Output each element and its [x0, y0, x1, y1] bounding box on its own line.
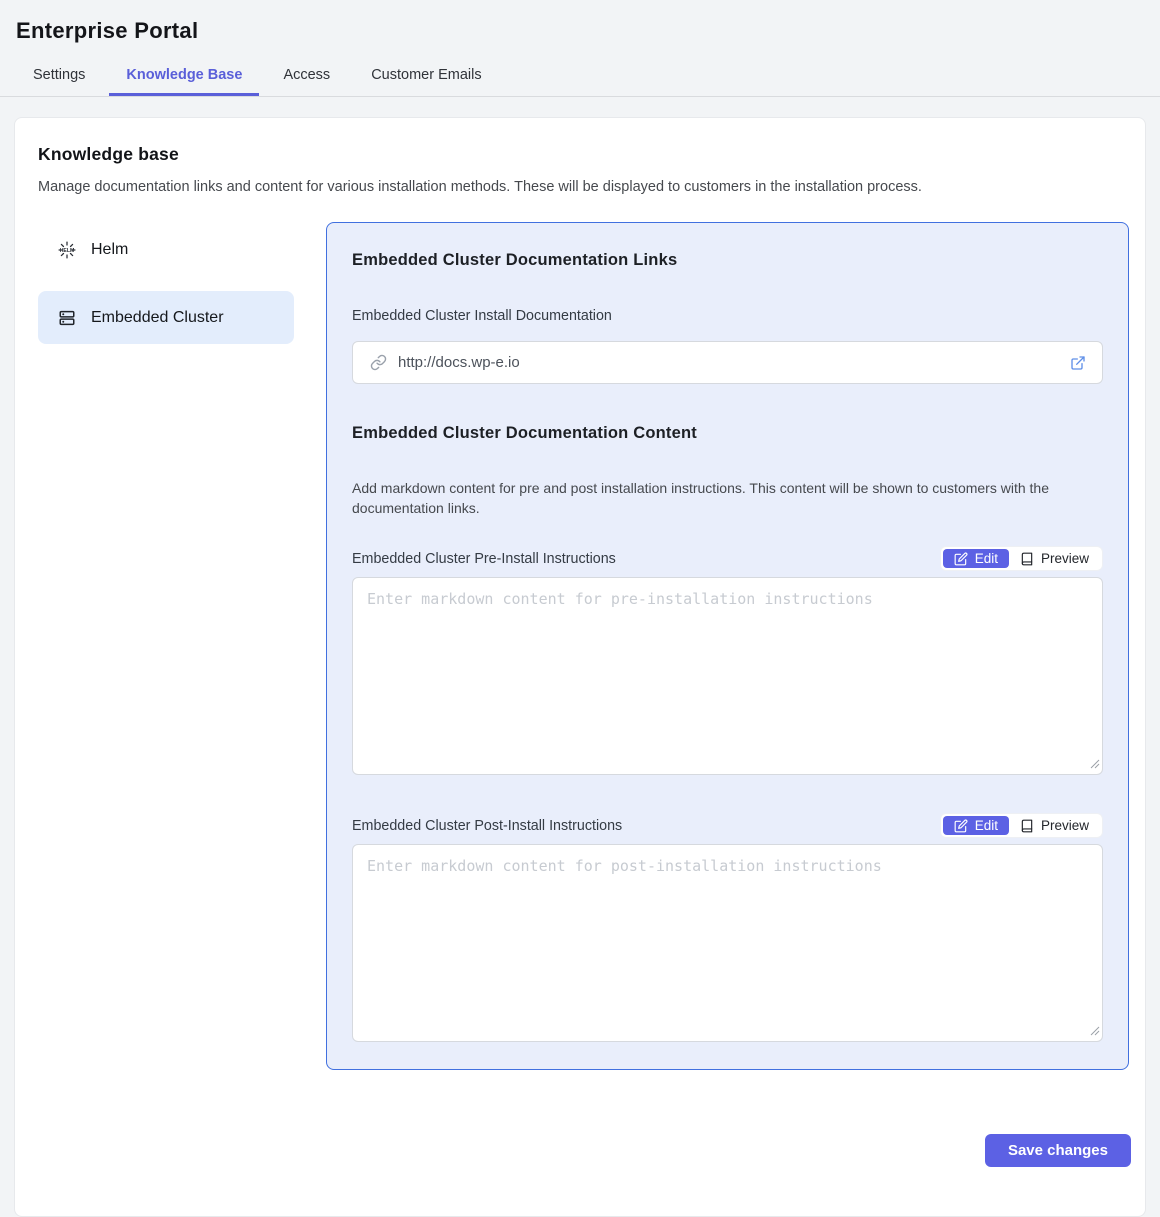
tab-knowledge-base[interactable]: Knowledge Base: [109, 57, 259, 96]
sidebar-item-label: Embedded Cluster: [91, 309, 224, 327]
save-row: Save changes: [38, 1134, 1131, 1167]
sidebar-item-helm[interactable]: HELM Helm: [38, 228, 294, 272]
server-stack-icon: [57, 309, 77, 327]
pre-install-preview-button[interactable]: Preview: [1009, 549, 1100, 568]
page-title: Knowledge base: [38, 144, 1129, 165]
tab-access[interactable]: Access: [266, 57, 347, 96]
post-install-textarea[interactable]: [352, 844, 1103, 1042]
post-install-mode-toggle: Edit Preview: [940, 813, 1103, 838]
page-description: Manage documentation links and content f…: [38, 179, 1129, 195]
post-install-preview-button[interactable]: Preview: [1009, 816, 1100, 835]
preview-button-label: Preview: [1041, 551, 1089, 566]
content-row: HELM Helm Embedded Cluster Embedde: [38, 222, 1129, 1070]
pre-install-header-row: Embedded Cluster Pre-Install Instruction…: [352, 546, 1103, 571]
tab-bar: Settings Knowledge Base Access Customer …: [0, 57, 1160, 97]
preview-button-label: Preview: [1041, 818, 1089, 833]
knowledge-base-card: Knowledge base Manage documentation link…: [14, 117, 1146, 1217]
post-install-edit-button[interactable]: Edit: [943, 816, 1009, 835]
install-doc-input[interactable]: [396, 353, 1061, 372]
resize-handle[interactable]: [1089, 758, 1100, 769]
post-install-header-row: Embedded Cluster Post-Install Instructio…: [352, 813, 1103, 838]
link-icon: [370, 354, 387, 371]
helm-icon: HELM: [57, 240, 77, 260]
install-doc-label: Embedded Cluster Install Documentation: [352, 308, 1103, 324]
external-link-icon[interactable]: [1070, 355, 1086, 371]
svg-text:HELM: HELM: [60, 248, 75, 254]
install-doc-input-wrap: [352, 341, 1103, 384]
tab-settings[interactable]: Settings: [16, 57, 102, 96]
install-method-sidebar: HELM Helm Embedded Cluster: [38, 228, 294, 344]
pre-install-label: Embedded Cluster Pre-Install Instruction…: [352, 551, 616, 567]
pre-install-textarea[interactable]: [352, 577, 1103, 775]
book-icon: [1020, 552, 1034, 566]
save-changes-button[interactable]: Save changes: [985, 1134, 1131, 1167]
resize-handle[interactable]: [1089, 1025, 1100, 1036]
edit-button-label: Edit: [975, 818, 998, 833]
sidebar-item-label: Helm: [91, 241, 128, 259]
links-section-title: Embedded Cluster Documentation Links: [352, 251, 1103, 270]
sidebar-item-embedded-cluster[interactable]: Embedded Cluster: [38, 291, 294, 344]
edit-icon: [954, 552, 968, 566]
pre-install-textarea-wrap: [352, 577, 1103, 775]
tab-customer-emails[interactable]: Customer Emails: [354, 57, 498, 96]
edit-button-label: Edit: [975, 551, 998, 566]
content-section-description: Add markdown content for pre and post in…: [352, 478, 1103, 518]
post-install-textarea-wrap: [352, 844, 1103, 1042]
embedded-cluster-panel: Embedded Cluster Documentation Links Emb…: [326, 222, 1129, 1070]
edit-icon: [954, 819, 968, 833]
book-icon: [1020, 819, 1034, 833]
app-title: Enterprise Portal: [0, 0, 1160, 57]
pre-install-edit-button[interactable]: Edit: [943, 549, 1009, 568]
pre-install-mode-toggle: Edit Preview: [940, 546, 1103, 571]
post-install-label: Embedded Cluster Post-Install Instructio…: [352, 818, 622, 834]
content-section-title: Embedded Cluster Documentation Content: [352, 424, 1103, 443]
